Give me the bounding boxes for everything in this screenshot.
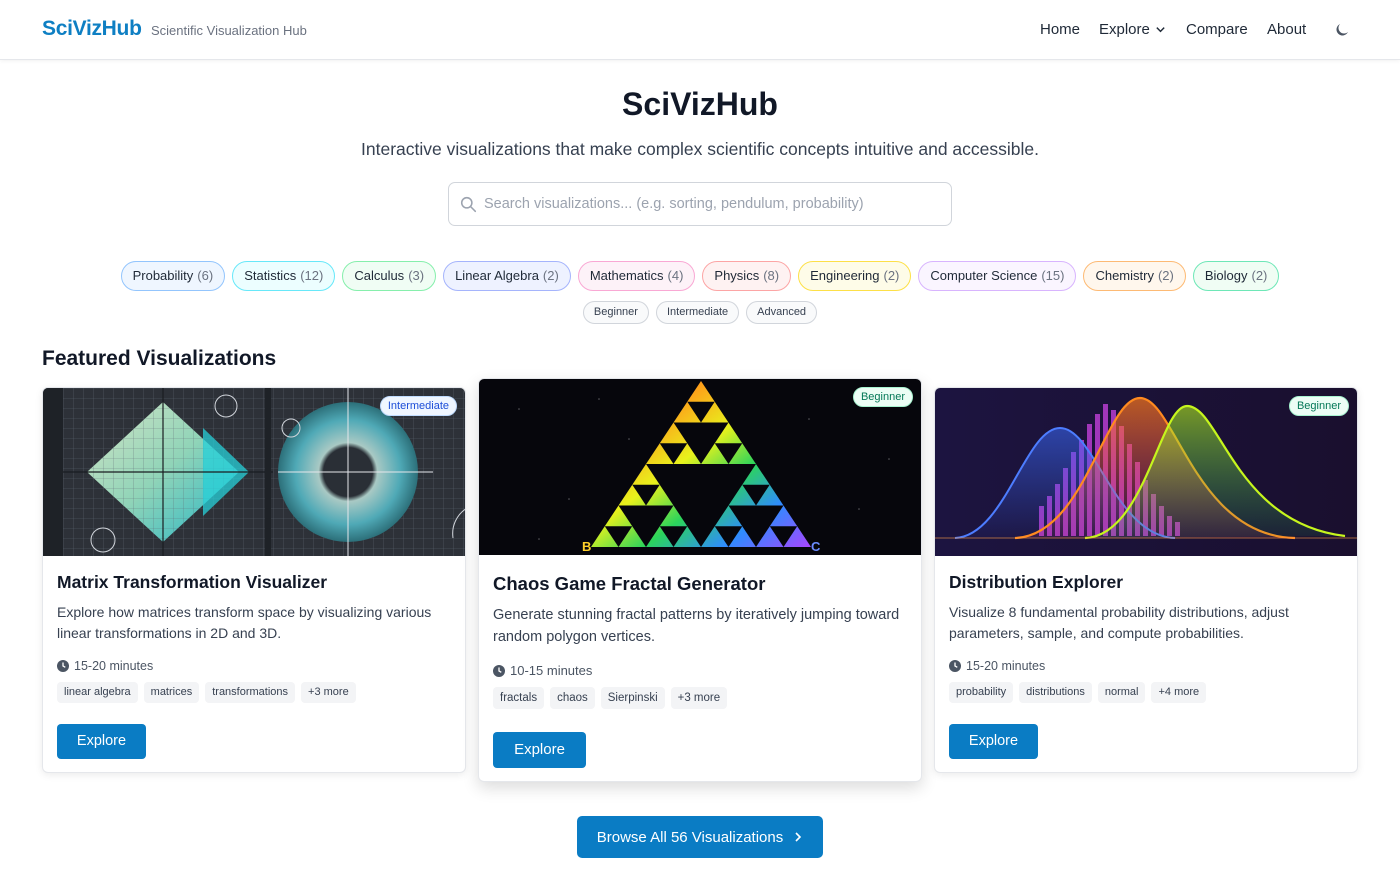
search-input[interactable] — [484, 183, 944, 225]
category-chip-count: (15) — [1041, 268, 1065, 283]
brand-tagline: Scientific Visualization Hub — [151, 23, 307, 38]
explore-button[interactable]: Explore — [57, 724, 146, 759]
category-chip-count: (6) — [197, 268, 214, 283]
brand-logo[interactable]: SciVizHub — [42, 17, 142, 41]
search-icon — [460, 196, 477, 213]
card-tag-more[interactable]: +3 more — [670, 687, 728, 709]
card-duration-text: 10-15 minutes — [510, 663, 593, 678]
featured-section-title: Featured Visualizations — [42, 347, 277, 370]
category-chip-count: (12) — [300, 268, 324, 283]
level-filter-intermediate[interactable]: Intermediate — [655, 301, 740, 324]
category-chip-chemistry[interactable]: Chemistry (2) — [1083, 261, 1186, 291]
category-chip-physics[interactable]: Physics (8) — [702, 261, 792, 291]
card-description: Explore how matrices transform space by … — [57, 604, 432, 641]
difficulty-badge: Beginner — [852, 387, 913, 407]
card-tag[interactable]: transformations — [205, 682, 296, 703]
card-duration-text: 15-20 minutes — [966, 659, 1046, 673]
browse-all-button[interactable]: Browse All 56 Visualizations — [577, 816, 823, 858]
category-chip-label: Computer Science — [930, 268, 1038, 283]
card-thumbnail: Intermediate — [43, 388, 465, 556]
card-title[interactable]: Distribution Explorer — [949, 572, 1123, 593]
viz-card-distribution[interactable]: Beginner Distribution Explorer Visualize… — [934, 387, 1358, 773]
category-chip-label: Calculus — [354, 268, 405, 283]
category-chip-label: Physics — [714, 268, 760, 283]
vertex-label-c: C — [811, 539, 821, 554]
card-tag[interactable]: probability — [949, 682, 1014, 703]
chevron-right-icon — [795, 832, 802, 842]
card-description: Generate stunning fractal patterns by it… — [493, 607, 900, 645]
card-tag[interactable]: normal — [1097, 682, 1146, 703]
card-thumbnail: B C Beginner — [479, 379, 921, 555]
category-chip-label: Chemistry — [1095, 268, 1154, 283]
category-chip-statistics[interactable]: Statistics (12) — [232, 261, 336, 291]
card-duration: 15-20 minutes — [57, 659, 153, 673]
category-chip-mathematics[interactable]: Mathematics (4) — [577, 261, 696, 291]
category-chip-count: (4) — [667, 268, 684, 283]
category-chip-label: Linear Algebra — [455, 268, 539, 283]
hero-title: SciVizHub — [622, 86, 778, 122]
vertex-label-b: B — [582, 539, 591, 554]
category-chip-count: (2) — [883, 268, 900, 283]
card-tag-more[interactable]: +4 more — [1151, 682, 1207, 703]
difficulty-badge: Intermediate — [379, 396, 457, 416]
nav-about-link[interactable]: About — [1267, 21, 1306, 38]
card-duration-text: 15-20 minutes — [74, 659, 154, 673]
card-tag-more[interactable]: +3 more — [301, 682, 356, 703]
category-chip-label: Biology — [1204, 268, 1248, 283]
search-box — [448, 182, 952, 226]
explore-button[interactable]: Explore — [949, 724, 1038, 759]
difficulty-badge: Beginner — [1288, 396, 1349, 416]
level-filter-list: Beginner Intermediate Advanced — [0, 301, 1400, 324]
card-tag[interactable]: chaos — [550, 687, 595, 709]
card-tag[interactable]: fractals — [493, 687, 545, 709]
viz-card-chaos-game[interactable]: B C Beginner Chaos Game Fractal Generato… — [478, 378, 922, 782]
card-description: Visualize 8 fundamental probability dist… — [949, 604, 1289, 641]
card-thumbnail: Beginner — [935, 388, 1357, 556]
category-chip-probability[interactable]: Probability (6) — [120, 261, 226, 291]
category-chip-engineering[interactable]: Engineering (2) — [798, 261, 912, 291]
nav-explore-label: Explore — [1099, 21, 1150, 38]
card-duration: 10-15 minutes — [493, 663, 592, 678]
hero-subtitle: Interactive visualizations that make com… — [361, 139, 1039, 159]
category-chip-computer-science[interactable]: Computer Science (15) — [918, 261, 1077, 291]
category-chip-label: Engineering — [810, 268, 880, 283]
clock-icon — [949, 660, 961, 672]
clock-icon — [493, 664, 505, 677]
category-chip-biology[interactable]: Biology (2) — [1192, 261, 1280, 291]
clock-icon — [57, 660, 69, 672]
nav-explore-dropdown[interactable]: Explore — [1099, 21, 1166, 38]
card-tag[interactable]: matrices — [143, 682, 200, 703]
category-chip-count: (2) — [1251, 268, 1268, 283]
category-chip-label: Statistics — [244, 268, 297, 283]
card-tag[interactable]: Sierpinski — [600, 687, 665, 709]
category-chip-count: (8) — [763, 268, 780, 283]
category-chip-label: Probability — [132, 268, 194, 283]
category-filter-list: Probability (6) Statistics (12) Calculus (3) L… — [0, 261, 1400, 291]
card-tag[interactable]: linear algebra — [57, 682, 138, 703]
card-tag[interactable]: distributions — [1019, 682, 1092, 703]
card-duration: 15-20 minutes — [949, 659, 1045, 673]
category-chip-calculus[interactable]: Calculus (3) — [342, 261, 437, 291]
browse-all-label: Browse All 56 Visualizations — [596, 828, 784, 846]
level-filter-beginner[interactable]: Beginner — [582, 301, 649, 324]
nav-home-link[interactable]: Home — [1040, 21, 1080, 38]
card-tag-list: linear algebra matrices transformations … — [57, 682, 356, 703]
category-chip-count: (2) — [1157, 268, 1174, 283]
dark-mode-toggle-icon[interactable] — [1333, 21, 1351, 39]
category-chip-linear-algebra[interactable]: Linear Algebra (2) — [443, 261, 571, 291]
card-tag-list: probability distributions normal +4 more — [949, 682, 1207, 703]
chevron-down-icon — [1156, 27, 1165, 33]
category-chip-count: (2) — [542, 268, 559, 283]
viz-card-matrix[interactable]: Intermediate Matrix Transformation Visua… — [42, 387, 466, 773]
card-tag-list: fractals chaos Sierpinski +3 more — [493, 687, 728, 709]
explore-button[interactable]: Explore — [493, 732, 586, 768]
top-navbar: SciVizHub Scientific Visualization Hub H… — [0, 0, 1400, 60]
category-chip-label: Mathematics — [589, 268, 664, 283]
nav-compare-link[interactable]: Compare — [1186, 21, 1248, 38]
card-title[interactable]: Matrix Transformation Visualizer — [57, 572, 327, 593]
level-filter-advanced[interactable]: Advanced — [746, 301, 818, 324]
card-title[interactable]: Chaos Game Fractal Generator — [493, 573, 765, 595]
category-chip-count: (3) — [408, 268, 425, 283]
